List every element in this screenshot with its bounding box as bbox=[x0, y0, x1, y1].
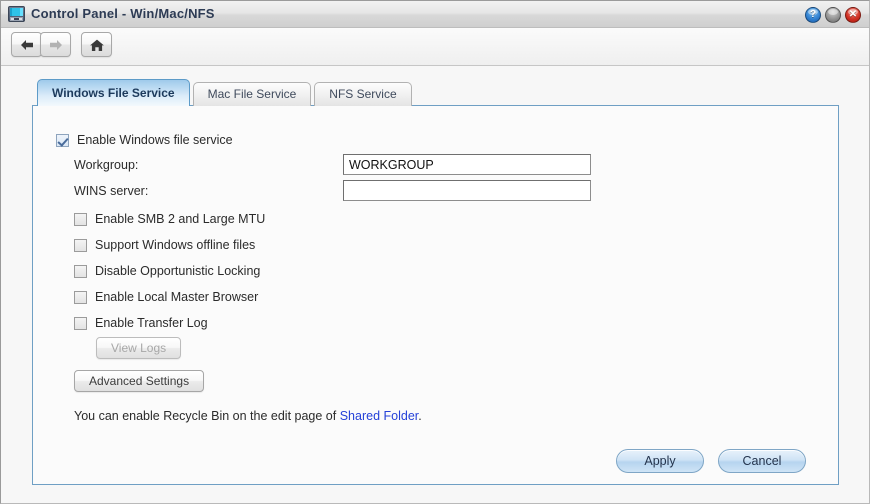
home-icon bbox=[89, 39, 104, 51]
wins-server-label: WINS server: bbox=[74, 184, 149, 198]
control-panel-icon bbox=[8, 6, 25, 22]
enable-local-master-browser-label: Enable Local Master Browser bbox=[95, 290, 259, 304]
tab-content-panel: Enable Windows file service Workgroup: W… bbox=[32, 105, 839, 485]
workgroup-input[interactable] bbox=[343, 154, 591, 175]
option-row-local-master-browser[interactable]: Enable Local Master Browser bbox=[74, 290, 258, 304]
advanced-settings-button[interactable]: Advanced Settings bbox=[74, 370, 205, 392]
control-panel-window: Control Panel - Win/Mac/NFS ? ✕ Windows … bbox=[0, 0, 870, 504]
support-offline-files-label: Support Windows offline files bbox=[95, 238, 256, 252]
option-row-offline-files[interactable]: Support Windows offline files bbox=[74, 238, 255, 252]
apply-button[interactable]: Apply bbox=[616, 449, 704, 473]
tab-windows-file-service[interactable]: Windows File Service bbox=[37, 79, 190, 106]
minimize-button[interactable] bbox=[825, 7, 841, 23]
navigation-toolbar bbox=[1, 28, 869, 66]
support-offline-files-checkbox[interactable] bbox=[74, 238, 87, 252]
home-button[interactable] bbox=[81, 32, 112, 57]
forward-arrow-icon bbox=[48, 39, 63, 51]
cancel-button[interactable]: Cancel bbox=[718, 449, 806, 473]
enable-windows-file-service-label: Enable Windows file service bbox=[77, 133, 233, 147]
back-arrow-icon bbox=[19, 39, 34, 51]
window-titlebar: Control Panel - Win/Mac/NFS ? ✕ bbox=[1, 1, 869, 28]
enable-transfer-log-checkbox[interactable] bbox=[74, 316, 87, 330]
enable-windows-file-service-row[interactable]: Enable Windows file service bbox=[56, 133, 233, 147]
help-button[interactable]: ? bbox=[805, 7, 821, 23]
recycle-bin-note-period: . bbox=[418, 409, 422, 423]
option-row-transfer-log[interactable]: Enable Transfer Log bbox=[74, 316, 208, 330]
enable-local-master-browser-checkbox[interactable] bbox=[74, 290, 87, 304]
window-title: Control Panel - Win/Mac/NFS bbox=[31, 6, 215, 21]
wins-server-input[interactable] bbox=[343, 180, 591, 201]
shared-folder-link[interactable]: Shared Folder bbox=[340, 409, 419, 423]
service-tabs: Windows File Service Mac File Service NF… bbox=[37, 79, 415, 106]
enable-transfer-log-label: Enable Transfer Log bbox=[95, 316, 208, 330]
option-row-oplocks[interactable]: Disable Opportunistic Locking bbox=[74, 264, 260, 278]
enable-windows-file-service-checkbox[interactable] bbox=[56, 133, 69, 147]
tab-nfs-service[interactable]: NFS Service bbox=[314, 82, 412, 106]
icon-keys bbox=[10, 17, 23, 21]
view-logs-button[interactable]: View Logs bbox=[96, 337, 182, 359]
close-button[interactable]: ✕ bbox=[845, 7, 861, 23]
disable-oplocks-checkbox[interactable] bbox=[74, 264, 87, 278]
enable-smb2-checkbox[interactable] bbox=[74, 212, 87, 226]
help-icon: ? bbox=[809, 9, 817, 20]
minimize-icon bbox=[826, 8, 840, 22]
forward-button bbox=[40, 32, 71, 57]
back-button[interactable] bbox=[11, 32, 42, 57]
workgroup-label: Workgroup: bbox=[74, 158, 139, 172]
recycle-bin-note: You can enable Recycle Bin on the edit p… bbox=[74, 409, 422, 423]
icon-screen bbox=[10, 8, 23, 16]
enable-smb2-label: Enable SMB 2 and Large MTU bbox=[95, 212, 266, 226]
window-controls: ? ✕ bbox=[805, 7, 861, 23]
recycle-bin-note-text: You can enable Recycle Bin on the edit p… bbox=[74, 409, 340, 423]
close-icon: ✕ bbox=[848, 9, 858, 20]
tab-mac-file-service[interactable]: Mac File Service bbox=[192, 82, 312, 106]
option-row-smb2[interactable]: Enable SMB 2 and Large MTU bbox=[74, 212, 265, 226]
disable-oplocks-label: Disable Opportunistic Locking bbox=[95, 264, 261, 278]
